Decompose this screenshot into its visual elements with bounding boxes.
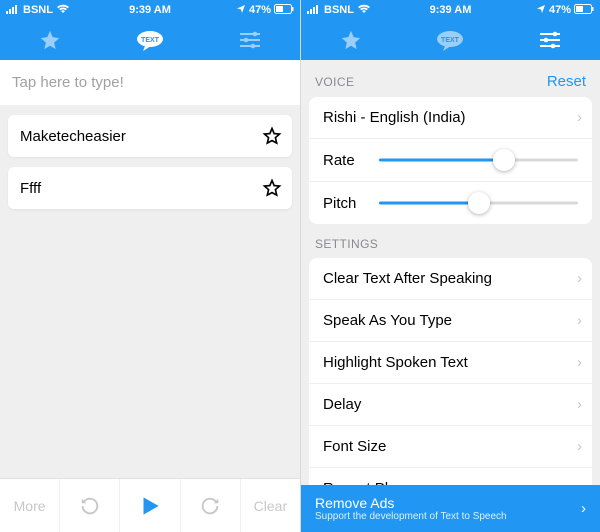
voice-group: Rishi - English (India) › Rate Pitch: [309, 97, 592, 224]
forward-button[interactable]: [180, 479, 240, 532]
settings-group: Clear Text After Speaking› Speak As You …: [309, 258, 592, 509]
chevron-right-icon: ›: [577, 312, 582, 329]
rate-row: Rate: [309, 138, 592, 181]
rate-label: Rate: [323, 152, 365, 169]
remove-ads-title: Remove Ads: [315, 495, 507, 511]
tab-text[interactable]: TEXT: [430, 26, 470, 54]
rate-slider[interactable]: [379, 149, 578, 171]
wifi-icon: [357, 4, 371, 17]
location-icon: [236, 4, 246, 17]
phrase-text: Maketecheasier: [20, 128, 126, 145]
svg-text:TEXT: TEXT: [141, 37, 160, 44]
chevron-right-icon: ›: [577, 354, 582, 371]
location-icon: [536, 4, 546, 17]
reset-button[interactable]: Reset: [547, 73, 586, 90]
star-icon[interactable]: [262, 178, 282, 198]
phrase-item[interactable]: Maketecheasier: [8, 115, 292, 157]
tab-text[interactable]: TEXT: [130, 26, 170, 54]
pitch-label: Pitch: [323, 195, 365, 212]
signal-icon: [307, 4, 321, 17]
chevron-right-icon: ›: [577, 270, 582, 287]
tab-settings[interactable]: [530, 26, 570, 54]
nav-bar: TEXT: [0, 20, 300, 60]
settings-row[interactable]: Font Size›: [309, 425, 592, 467]
pitch-row: Pitch: [309, 181, 592, 224]
remove-ads-subtitle: Support the development of Text to Speec…: [315, 511, 507, 522]
svg-text:TEXT: TEXT: [442, 37, 461, 44]
rewind-button[interactable]: [59, 479, 119, 532]
voice-section-label: VOICE: [315, 75, 354, 89]
nav-bar: TEXT: [301, 20, 600, 60]
chevron-right-icon: ›: [577, 109, 582, 126]
bottom-toolbar: More Clear: [0, 478, 300, 532]
settings-row[interactable]: Clear Text After Speaking›: [309, 258, 592, 299]
pitch-slider[interactable]: [379, 192, 578, 214]
phrase-text: Ffff: [20, 180, 41, 197]
tab-favorites[interactable]: [30, 26, 70, 54]
phone-left: BSNL 9:39 AM 47% TEXT Tap here to type: [0, 0, 300, 532]
settings-section-label: SETTINGS: [315, 237, 378, 251]
phone-right: BSNL 9:39 AM 47% TEXT VOICE: [300, 0, 600, 532]
wifi-icon: [56, 4, 70, 17]
chevron-right-icon: ›: [581, 500, 586, 517]
voice-selector[interactable]: Rishi - English (India) ›: [309, 97, 592, 138]
battery-label: 47%: [549, 4, 571, 16]
phrase-item[interactable]: Ffff: [8, 167, 292, 209]
tab-favorites[interactable]: [331, 26, 371, 54]
signal-icon: [6, 4, 20, 17]
chevron-right-icon: ›: [577, 438, 582, 455]
battery-icon: [274, 4, 294, 17]
text-input[interactable]: Tap here to type!: [0, 60, 300, 105]
clear-button[interactable]: Clear: [240, 479, 300, 532]
phrase-list: Maketecheasier Ffff: [0, 105, 300, 229]
battery-icon: [574, 4, 594, 17]
play-button[interactable]: [119, 479, 179, 532]
carrier-label: BSNL: [324, 4, 354, 16]
star-icon[interactable]: [262, 126, 282, 146]
more-button[interactable]: More: [0, 479, 59, 532]
remove-ads-banner[interactable]: Remove Ads Support the development of Te…: [301, 485, 600, 532]
tab-settings[interactable]: [230, 26, 270, 54]
settings-row[interactable]: Highlight Spoken Text›: [309, 341, 592, 383]
status-bar: BSNL 9:39 AM 47%: [0, 0, 300, 20]
status-bar: BSNL 9:39 AM 47%: [301, 0, 600, 20]
battery-label: 47%: [249, 4, 271, 16]
settings-row[interactable]: Delay›: [309, 383, 592, 425]
chevron-right-icon: ›: [577, 396, 582, 413]
voice-name: Rishi - English (India): [323, 109, 466, 126]
settings-row[interactable]: Speak As You Type›: [309, 299, 592, 341]
carrier-label: BSNL: [23, 4, 53, 16]
